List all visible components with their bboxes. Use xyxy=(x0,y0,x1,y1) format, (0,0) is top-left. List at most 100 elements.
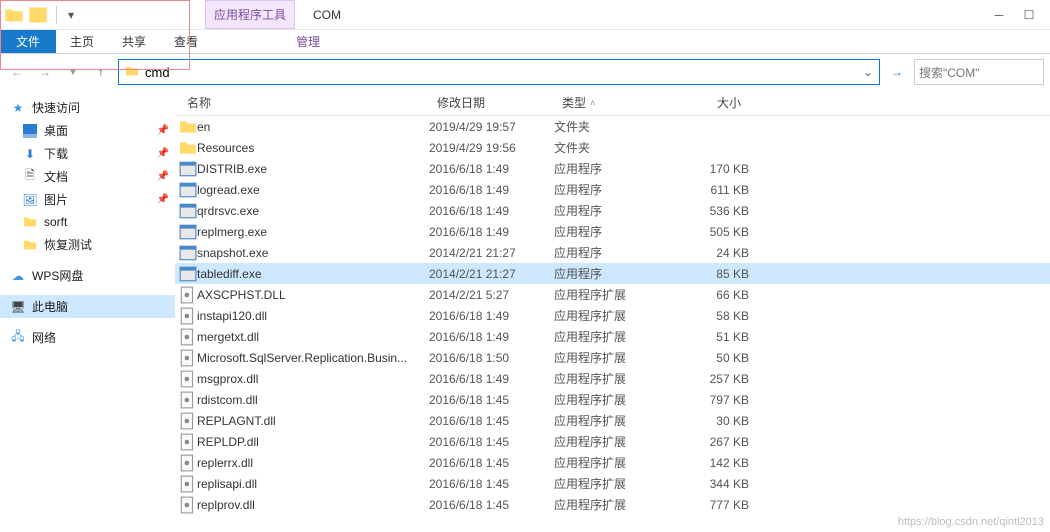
watermark: https://blog.csdn.net/qintl2013 xyxy=(898,516,1044,528)
star-icon: ★ xyxy=(10,100,26,116)
col-name[interactable]: 名称 xyxy=(179,94,429,111)
sidebar-network[interactable]: 🖧 网络 xyxy=(0,326,175,349)
view-tab[interactable]: 查看 xyxy=(160,30,212,53)
file-type: 应用程序扩展 xyxy=(554,433,669,450)
file-date: 2016/6/18 1:45 xyxy=(429,477,554,491)
file-row[interactable]: msgprox.dll2016/6/18 1:49应用程序扩展257 KB xyxy=(175,368,1050,389)
col-type[interactable]: 类型˄ xyxy=(554,94,669,111)
go-button[interactable]: → xyxy=(886,61,908,83)
file-type: 应用程序 xyxy=(554,181,669,198)
file-date: 2016/6/18 1:50 xyxy=(429,351,554,365)
file-date: 2014/2/21 21:27 xyxy=(429,267,554,281)
sidebar-this-pc[interactable]: 🖥 此电脑 xyxy=(0,295,175,318)
file-type: 文件夹 xyxy=(554,118,669,135)
exe-icon xyxy=(179,181,197,199)
desktop-icon xyxy=(22,123,38,139)
cloud-icon: ☁ xyxy=(10,268,26,284)
file-size: 777 KB xyxy=(669,498,749,512)
file-type: 应用程序扩展 xyxy=(554,286,669,303)
file-row[interactable]: replmerg.exe2016/6/18 1:49应用程序505 KB xyxy=(175,221,1050,242)
sort-asc-icon: ˄ xyxy=(590,98,595,108)
file-row[interactable]: logread.exe2016/6/18 1:49应用程序611 KB xyxy=(175,179,1050,200)
col-size[interactable]: 大小 xyxy=(669,94,749,111)
file-size: 797 KB xyxy=(669,393,749,407)
file-name: replisapi.dll xyxy=(197,477,429,491)
folder-icon xyxy=(22,214,38,230)
file-row[interactable]: Microsoft.SqlServer.Replication.Busin...… xyxy=(175,347,1050,368)
file-size: 344 KB xyxy=(669,477,749,491)
file-name: DISTRIB.exe xyxy=(197,162,429,176)
address-dropdown-icon[interactable]: ⌄ xyxy=(863,65,873,79)
file-row[interactable]: replerrx.dll2016/6/18 1:45应用程序扩展142 KB xyxy=(175,452,1050,473)
up-button[interactable]: ↑ xyxy=(90,61,112,83)
file-row[interactable]: replisapi.dll2016/6/18 1:45应用程序扩展344 KB xyxy=(175,473,1050,494)
sidebar-wps[interactable]: ☁ WPS网盘 xyxy=(0,264,175,287)
manage-tab[interactable]: 管理 xyxy=(282,30,334,53)
minimize-button[interactable]: ─ xyxy=(984,4,1014,26)
sidebar-sorft[interactable]: sorft xyxy=(0,211,175,233)
sidebar-documents[interactable]: 🗎 文档📌 xyxy=(0,165,175,188)
file-row[interactable]: Resources2019/4/29 19:56文件夹 xyxy=(175,137,1050,158)
dll-icon xyxy=(179,286,197,304)
file-row[interactable]: en2019/4/29 19:57文件夹 xyxy=(175,116,1050,137)
file-row[interactable]: AXSCPHST.DLL2014/2/21 5:27应用程序扩展66 KB xyxy=(175,284,1050,305)
file-size: 257 KB xyxy=(669,372,749,386)
share-tab[interactable]: 共享 xyxy=(108,30,160,53)
file-row[interactable]: DISTRIB.exe2016/6/18 1:49应用程序170 KB xyxy=(175,158,1050,179)
ribbon-tools-tab[interactable]: 应用程序工具 xyxy=(205,0,295,29)
back-button[interactable]: ← xyxy=(6,61,28,83)
file-row[interactable]: instapi120.dll2016/6/18 1:49应用程序扩展58 KB xyxy=(175,305,1050,326)
file-row[interactable]: REPLAGNT.dll2016/6/18 1:45应用程序扩展30 KB xyxy=(175,410,1050,431)
sidebar-pictures[interactable]: 🖼 图片📌 xyxy=(0,188,175,211)
file-row[interactable]: REPLDP.dll2016/6/18 1:45应用程序扩展267 KB xyxy=(175,431,1050,452)
file-name: REPLDP.dll xyxy=(197,435,429,449)
window-title: COM xyxy=(295,0,341,29)
sidebar-recovery[interactable]: 恢复测试 xyxy=(0,233,175,256)
address-input[interactable] xyxy=(145,65,857,80)
address-input-wrap[interactable]: ⌄ xyxy=(118,59,880,85)
file-name: instapi120.dll xyxy=(197,309,429,323)
sidebar-desktop[interactable]: 桌面📌 xyxy=(0,119,175,142)
file-date: 2016/6/18 1:49 xyxy=(429,204,554,218)
file-tab[interactable]: 文件 xyxy=(0,30,56,53)
file-date: 2016/6/18 1:49 xyxy=(429,330,554,344)
file-name: en xyxy=(197,120,429,134)
dll-icon xyxy=(179,475,197,493)
file-type: 应用程序 xyxy=(554,265,669,282)
col-date[interactable]: 修改日期 xyxy=(429,94,554,111)
dropdown-icon[interactable]: ▾ xyxy=(61,5,81,25)
forward-button[interactable]: → xyxy=(34,61,56,83)
home-tab[interactable]: 主页 xyxy=(56,30,108,53)
file-date: 2016/6/18 1:49 xyxy=(429,225,554,239)
file-row[interactable]: qrdrsvc.exe2016/6/18 1:49应用程序536 KB xyxy=(175,200,1050,221)
file-name: snapshot.exe xyxy=(197,246,429,260)
file-name: mergetxt.dll xyxy=(197,330,429,344)
file-type: 文件夹 xyxy=(554,139,669,156)
file-type: 应用程序扩展 xyxy=(554,496,669,513)
recent-dropdown[interactable]: ▼ xyxy=(62,61,84,83)
file-size: 58 KB xyxy=(669,309,749,323)
file-name: tablediff.exe xyxy=(197,267,429,281)
file-name: qrdrsvc.exe xyxy=(197,204,429,218)
sidebar-quick-access[interactable]: ★ 快速访问 xyxy=(0,96,175,119)
folder-icon xyxy=(22,237,38,253)
file-date: 2019/4/29 19:56 xyxy=(429,141,554,155)
file-type: 应用程序扩展 xyxy=(554,307,669,324)
search-box[interactable]: 搜索"COM" xyxy=(914,59,1044,85)
file-row[interactable]: rdistcom.dll2016/6/18 1:45应用程序扩展797 KB xyxy=(175,389,1050,410)
folder-icon xyxy=(125,64,139,81)
file-size: 611 KB xyxy=(669,183,749,197)
file-row[interactable]: tablediff.exe2014/2/21 21:27应用程序85 KB xyxy=(175,263,1050,284)
file-type: 应用程序扩展 xyxy=(554,412,669,429)
file-date: 2016/6/18 1:45 xyxy=(429,456,554,470)
file-row[interactable]: replprov.dll2016/6/18 1:45应用程序扩展777 KB xyxy=(175,494,1050,515)
sidebar-downloads[interactable]: ⬇ 下载📌 xyxy=(0,142,175,165)
file-row[interactable]: snapshot.exe2014/2/21 21:27应用程序24 KB xyxy=(175,242,1050,263)
file-name: Microsoft.SqlServer.Replication.Busin... xyxy=(197,351,429,365)
file-size: 536 KB xyxy=(669,204,749,218)
pin-icon: 📌 xyxy=(157,194,169,205)
file-row[interactable]: mergetxt.dll2016/6/18 1:49应用程序扩展51 KB xyxy=(175,326,1050,347)
maximize-button[interactable]: ☐ xyxy=(1014,4,1044,26)
download-icon: ⬇ xyxy=(22,146,38,162)
file-type: 应用程序扩展 xyxy=(554,328,669,345)
